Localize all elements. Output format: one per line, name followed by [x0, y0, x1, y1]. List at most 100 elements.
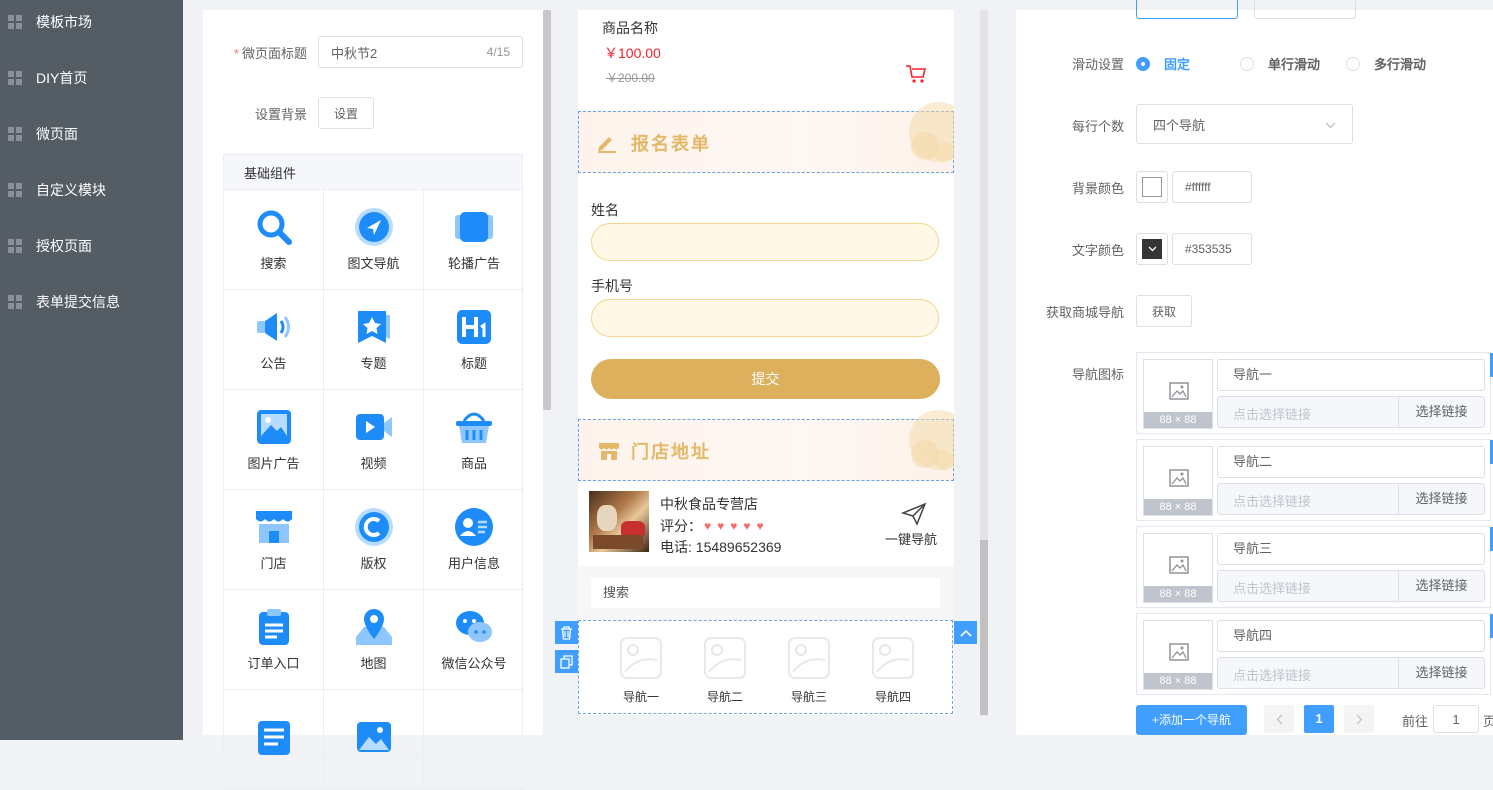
bg-color-picker[interactable] — [1136, 171, 1168, 203]
page-title-input[interactable]: 中秋节2 4/15 — [318, 36, 523, 68]
set-background-button[interactable]: 设置 — [318, 97, 374, 129]
left-panel-scrollbar[interactable] — [543, 10, 551, 410]
goto-label: 前往 — [1402, 714, 1429, 729]
nav-link-input[interactable]: 点击选择链接 选择链接 — [1217, 570, 1485, 602]
per-row-label: 每行个数 — [1071, 119, 1124, 134]
page-number-current[interactable]: 1 — [1304, 705, 1334, 733]
component-image-ad[interactable]: 图片广告 — [224, 390, 324, 490]
prev-page-button[interactable] — [1264, 705, 1294, 733]
form-banner[interactable]: 报名表单 — [578, 102, 954, 173]
component-order-entry[interactable]: 订单入口 — [224, 590, 324, 690]
nav-image-upload[interactable]: 88 × 88 — [1143, 533, 1213, 603]
phone-field[interactable] — [591, 299, 939, 337]
store-icon — [254, 507, 294, 547]
nav-item-2[interactable]: 导航二 — [703, 636, 747, 705]
heart-icon: ♥♥♥♥♥ — [704, 519, 770, 533]
component-heading[interactable]: 标题 — [424, 290, 524, 390]
nav-name-input[interactable]: 导航四 — [1217, 620, 1485, 652]
component-picture[interactable] — [324, 690, 424, 790]
nav-image-upload[interactable]: 88 × 88 — [1143, 620, 1213, 690]
sidebar-item-label: 微页面 — [36, 126, 78, 142]
select-link-button[interactable]: 选择链接 — [1398, 484, 1484, 514]
component-carousel[interactable]: 轮播广告 — [424, 190, 524, 290]
sidebar-item-label: 模板市场 — [36, 14, 92, 30]
component-map[interactable]: 地图 — [324, 590, 424, 690]
top-option-box-selected[interactable] — [1136, 0, 1238, 19]
nav-link-input[interactable]: 点击选择链接 选择链接 — [1217, 657, 1485, 689]
edit-pencil-icon — [596, 133, 618, 156]
sidebar-item-micro-page[interactable]: 微页面 — [0, 106, 183, 162]
image-placeholder-icon — [1169, 643, 1189, 661]
fetch-nav-button[interactable]: 获取 — [1136, 295, 1192, 327]
component-search[interactable]: 搜索 — [224, 190, 324, 290]
user-card-icon — [454, 507, 494, 547]
copyright-icon — [354, 507, 394, 547]
component-goods[interactable]: 商品 — [424, 390, 524, 490]
nav-image-upload[interactable]: 88 × 88 — [1143, 446, 1213, 516]
add-nav-button[interactable]: +添加一个导航 — [1136, 705, 1247, 735]
nav-block[interactable]: 导航一 导航二 导航三 导航四 — [578, 620, 953, 714]
one-click-nav-button[interactable]: 一键导航 — [885, 529, 937, 548]
select-link-button[interactable]: 选择链接 — [1398, 397, 1484, 427]
chevron-right-icon — [1356, 714, 1362, 724]
grid-icon — [8, 15, 22, 29]
nav-icon-label: 导航图标 — [1071, 367, 1124, 382]
text-color-input[interactable]: #353535 — [1172, 233, 1252, 265]
next-page-button[interactable] — [1344, 705, 1374, 733]
bg-color-input[interactable]: #ffffff — [1172, 171, 1252, 203]
preview-search-input[interactable]: 搜索 — [591, 578, 940, 608]
component-store[interactable]: 门店 — [224, 490, 324, 590]
shop-icon — [598, 441, 620, 464]
radio-multi-row[interactable]: 多行滑动 — [1346, 54, 1426, 73]
sidebar-item-form-submissions[interactable]: 表单提交信息 — [0, 274, 183, 330]
nav-item-4[interactable]: 导航四 — [871, 636, 915, 705]
sidebar-item-auth-page[interactable]: 授权页面 — [0, 218, 183, 274]
nav-item-3[interactable]: 导航三 — [787, 636, 831, 705]
component-notice[interactable]: 公告 — [224, 290, 324, 390]
store-banner-title: 门店地址 — [631, 442, 711, 462]
nav-name-input[interactable]: 导航三 — [1217, 533, 1485, 565]
component-navigation[interactable]: 图文导航 — [324, 190, 424, 290]
radio-single-row[interactable]: 单行滑动 — [1240, 54, 1320, 73]
basket-icon — [454, 407, 494, 447]
name-field[interactable] — [591, 223, 939, 261]
wechat-icon — [454, 607, 494, 647]
nav-name-input[interactable]: 导航一 — [1217, 359, 1485, 391]
chevron-up-icon[interactable] — [954, 621, 977, 644]
trash-icon[interactable] — [555, 621, 578, 644]
component-copyright[interactable]: 版权 — [324, 490, 424, 590]
product-name: 商品名称 — [602, 20, 658, 36]
text-color-picker[interactable] — [1136, 233, 1168, 265]
select-link-button[interactable]: 选择链接 — [1398, 658, 1484, 688]
select-link-button[interactable]: 选择链接 — [1398, 571, 1484, 601]
per-row-select[interactable]: 四个导航 — [1136, 104, 1353, 144]
nav-image-upload[interactable]: 88 × 88 — [1143, 359, 1213, 429]
sidebar-item-custom-module[interactable]: 自定义模块 — [0, 162, 183, 218]
copy-icon[interactable] — [555, 650, 578, 673]
cart-icon[interactable] — [905, 64, 927, 87]
nav-name-input[interactable]: 导航二 — [1217, 446, 1485, 478]
component-article[interactable] — [224, 690, 324, 790]
goto-page-input[interactable]: 1 — [1433, 705, 1479, 733]
nav-link-input[interactable]: 点击选择链接 选择链接 — [1217, 396, 1485, 428]
sidebar-item-template-market[interactable]: 模板市场 — [0, 0, 183, 50]
submit-button[interactable]: 提交 — [591, 359, 940, 399]
preview-scrollbar[interactable] — [980, 540, 988, 715]
nav-item-1[interactable]: 导航一 — [619, 636, 663, 705]
paper-plane-icon[interactable] — [900, 502, 927, 529]
component-user-info[interactable]: 用户信息 — [424, 490, 524, 590]
store-banner[interactable]: 门店地址 — [578, 410, 954, 481]
component-wechat-account[interactable]: 微信公众号 — [424, 590, 524, 690]
component-video[interactable]: 视频 — [324, 390, 424, 490]
top-option-box[interactable] — [1254, 0, 1356, 19]
fetch-nav-label: 获取商城导航 — [1045, 305, 1124, 320]
component-panel: 基础组件 搜索 图文导航 轮播广告 公告 专题 标题 图片广告 视频 商品 门店… — [223, 154, 524, 790]
component-empty — [424, 690, 524, 790]
sidebar-item-diy-home[interactable]: DIY首页 — [0, 50, 183, 106]
nav-link-input[interactable]: 点击选择链接 选择链接 — [1217, 483, 1485, 515]
component-topic[interactable]: 专题 — [324, 290, 424, 390]
store-rating: 评分： ♥♥♥♥♥ — [660, 518, 770, 534]
topic-star-icon — [354, 307, 394, 347]
title-row: * 微页面标题 中秋节2 4/15 — [223, 36, 523, 68]
radio-fixed[interactable]: 固定 — [1136, 54, 1190, 73]
